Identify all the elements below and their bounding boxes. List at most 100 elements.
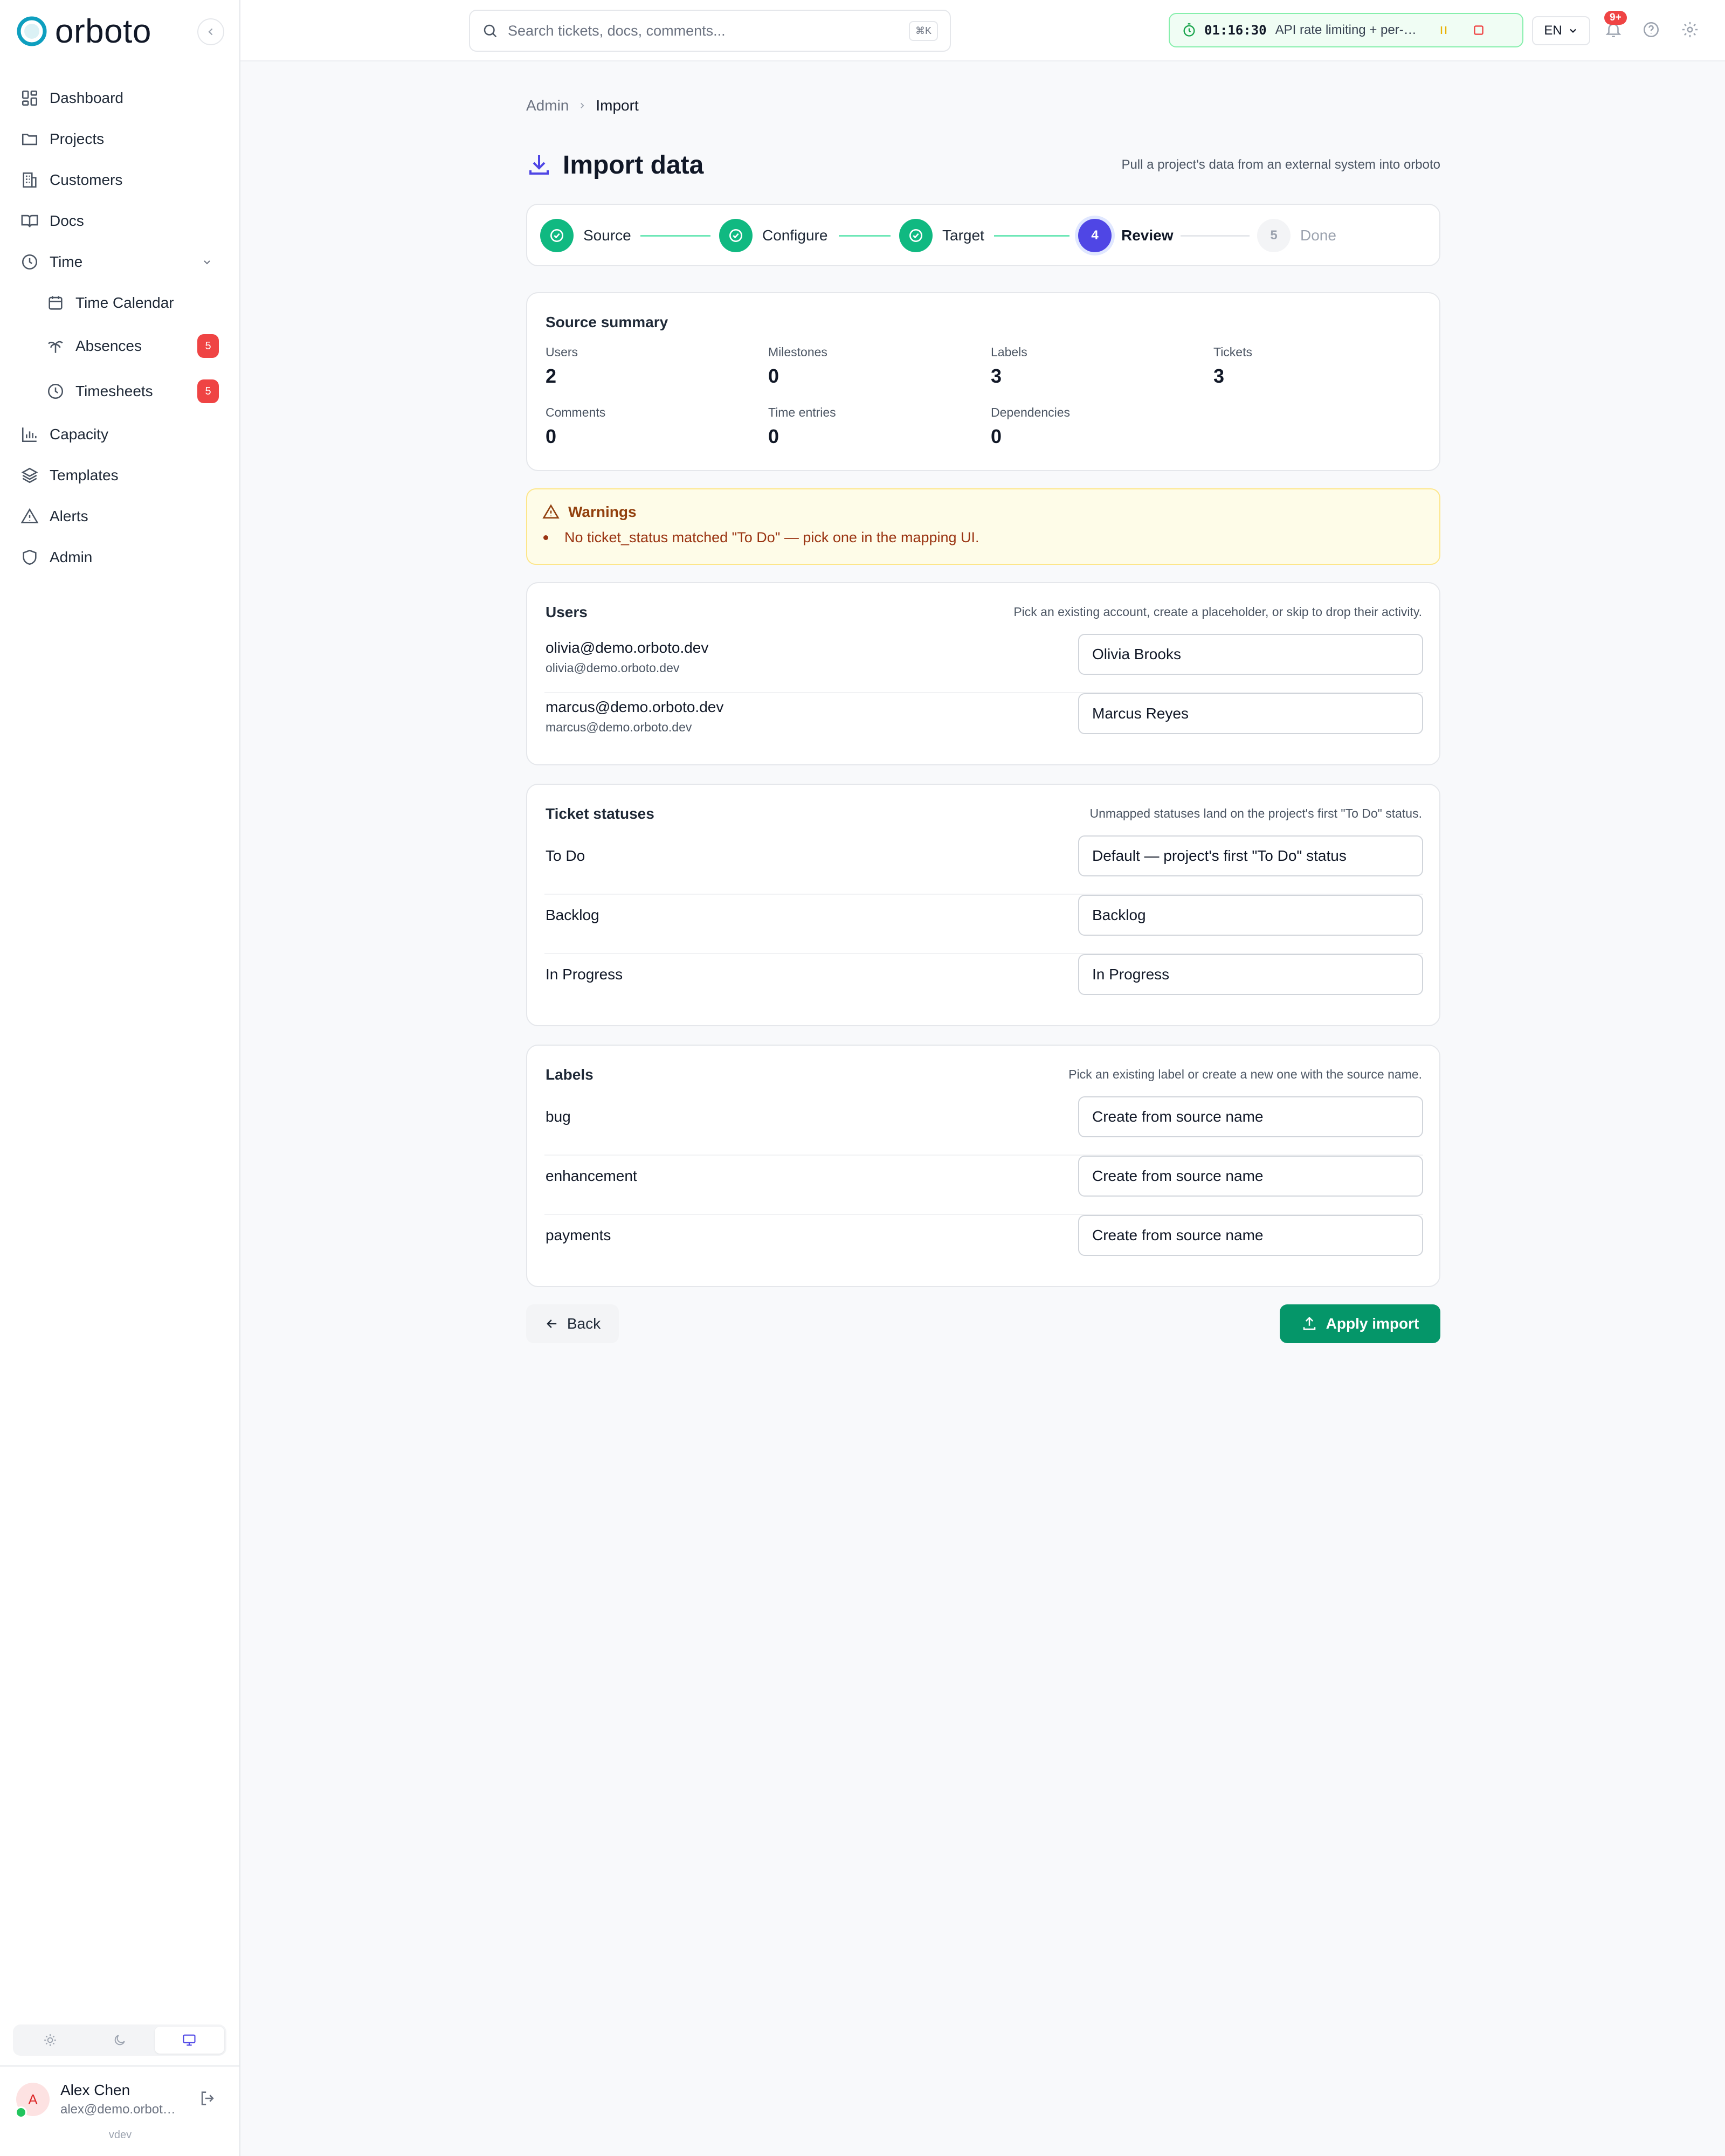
user-mapping-row: olivia@demo.orboto.dev olivia@demo.orbot… — [544, 634, 1423, 693]
sidebar-item-label: Customers — [50, 171, 123, 188]
language-value: EN — [1544, 23, 1562, 38]
clock-icon — [47, 383, 64, 399]
sidebar-item-time[interactable]: Time — [20, 246, 225, 278]
apply-import-label: Apply import — [1326, 1315, 1419, 1332]
user-target-select[interactable]: Olivia Brooks — [1078, 634, 1423, 675]
breadcrumb-parent[interactable]: Admin — [526, 97, 569, 114]
warnings-panel: Warnings No ticket_status matched "To Do… — [526, 488, 1440, 565]
label-mapping-row: enhancement Create from source name — [544, 1156, 1423, 1215]
check-circle-icon — [899, 219, 933, 252]
orboto-logo-icon — [17, 16, 47, 46]
dashboard-icon — [22, 90, 38, 106]
user-target-select[interactable]: Marcus Reyes — [1078, 693, 1423, 734]
source-user-sub: olivia@demo.orboto.dev — [546, 661, 680, 675]
sidebar-item-templates[interactable]: Templates — [20, 459, 119, 492]
page-header: Import data Pull a project's data from a… — [526, 146, 1440, 184]
collapse-sidebar-button[interactable] — [197, 18, 224, 45]
breadcrumb-current: Import — [596, 97, 639, 114]
sidebar-item-customers[interactable]: Customers — [20, 164, 122, 196]
sidebar-item-absences[interactable]: Absences — [46, 330, 142, 362]
apply-import-button[interactable]: Apply import — [1280, 1304, 1440, 1343]
language-select[interactable]: EN — [1532, 16, 1590, 45]
chevron-right-icon — [577, 101, 587, 110]
sidebar-item-label: Timesheets — [75, 383, 153, 399]
statuses-section-title: Ticket statuses — [546, 805, 654, 822]
notifications-badge: 9+ — [1604, 11, 1627, 25]
stat-time-entries: Time entries 0 — [768, 405, 984, 448]
stop-icon — [1473, 25, 1484, 35]
step-label: Target — [942, 227, 984, 244]
sidebar-item-timesheets[interactable]: Timesheets — [46, 375, 153, 407]
chevron-left-icon — [208, 28, 213, 36]
sidebar-item-dashboard[interactable]: Dashboard — [20, 82, 123, 114]
warning-text: No ticket_status matched "To Do" — pick … — [564, 529, 979, 545]
step-number: 4 — [1078, 219, 1112, 252]
step-source: Source — [540, 219, 631, 252]
label-target-select[interactable]: Create from source name — [1078, 1215, 1423, 1256]
status-target-select[interactable]: Default — project's first "To Do" status — [1078, 835, 1423, 876]
sidebar-item-admin[interactable]: Admin — [20, 541, 92, 573]
search-placeholder: Search tickets, docs, comments... — [508, 22, 726, 39]
settings-button[interactable] — [1681, 20, 1699, 39]
pause-timer-button[interactable] — [1437, 24, 1450, 37]
label-target-select[interactable]: Create from source name — [1078, 1096, 1423, 1137]
app-version: vdev — [108, 2129, 132, 2141]
timer-elapsed: 01:16:30 — [1204, 23, 1267, 38]
status-mapping-row: In Progress In Progress — [544, 954, 1423, 1013]
help-icon — [1643, 22, 1659, 38]
stat-label: Users — [546, 345, 578, 359]
stat-value: 0 — [991, 425, 1002, 447]
source-status: In Progress — [546, 966, 623, 983]
import-stepper: Source Configure Target 4 Review 5 Done — [526, 204, 1440, 266]
step-label: Source — [583, 227, 631, 244]
logout-icon — [201, 2091, 214, 2105]
stat-value: 3 — [991, 365, 1002, 387]
status-target-select[interactable]: Backlog — [1078, 895, 1423, 936]
stat-tickets: Tickets 3 — [1213, 345, 1429, 388]
bullet — [543, 535, 548, 540]
ticket-statuses-card: Ticket statuses Unmapped statuses land o… — [526, 784, 1440, 1026]
status-target-select[interactable]: In Progress — [1078, 954, 1423, 995]
sidebar-item-label: Dashboard — [50, 89, 123, 106]
source-status: Backlog — [546, 907, 599, 923]
search-input[interactable]: Search tickets, docs, comments... ⌘K — [469, 10, 951, 52]
stat-label: Dependencies — [991, 405, 1071, 419]
stop-timer-button[interactable] — [1472, 23, 1486, 37]
check-circle-icon — [719, 219, 753, 252]
theme-light-button[interactable] — [15, 2027, 85, 2054]
back-button[interactable]: Back — [526, 1304, 619, 1343]
stat-users: Users 2 — [546, 345, 761, 388]
absences-badge: 5 — [197, 334, 219, 358]
sidebar-divider — [0, 2065, 240, 2067]
source-label: payments — [546, 1227, 611, 1243]
sidebar-item-docs[interactable]: Docs — [20, 205, 84, 237]
sidebar-item-label: Templates — [50, 467, 119, 483]
brand[interactable]: orboto — [16, 13, 151, 50]
statuses-section-hint: Unmapped statuses land on the project's … — [1089, 806, 1422, 820]
breadcrumb: Admin Import — [526, 97, 639, 114]
stat-labels: Labels 3 — [991, 345, 1206, 388]
sidebar-item-time-calendar[interactable]: Time Calendar — [46, 287, 174, 319]
sidebar-item-projects[interactable]: Projects — [20, 123, 104, 155]
step-target: Target — [899, 219, 984, 252]
sidebar-item-label: Alerts — [50, 508, 88, 524]
sidebar-item-label: Docs — [50, 212, 84, 229]
bar-chart-icon — [22, 427, 37, 443]
running-timer[interactable]: 01:16:30 API rate limiting + per-key quo… — [1169, 13, 1523, 47]
arrow-left-icon — [547, 1319, 557, 1328]
label-target-select[interactable]: Create from source name — [1078, 1156, 1423, 1197]
sidebar-item-alerts[interactable]: Alerts — [20, 500, 88, 533]
search-icon — [484, 24, 497, 38]
user-mapping-row: marcus@demo.orboto.dev marcus@demo.orbot… — [544, 693, 1423, 752]
help-button[interactable] — [1642, 20, 1660, 39]
topbar: Search tickets, docs, comments... ⌘K 01:… — [240, 0, 1725, 61]
upload-icon — [1303, 1316, 1315, 1330]
step-label: Done — [1300, 227, 1336, 244]
timer-task: API rate limiting + per-key quotas — [1275, 23, 1421, 37]
labels-section-title: Labels — [546, 1066, 594, 1083]
page-title: Import data — [563, 150, 704, 179]
theme-dark-button[interactable] — [85, 2027, 154, 2054]
logout-button[interactable] — [198, 2089, 217, 2107]
sidebar-item-capacity[interactable]: Capacity — [20, 418, 108, 451]
theme-system-button[interactable] — [154, 2027, 224, 2054]
